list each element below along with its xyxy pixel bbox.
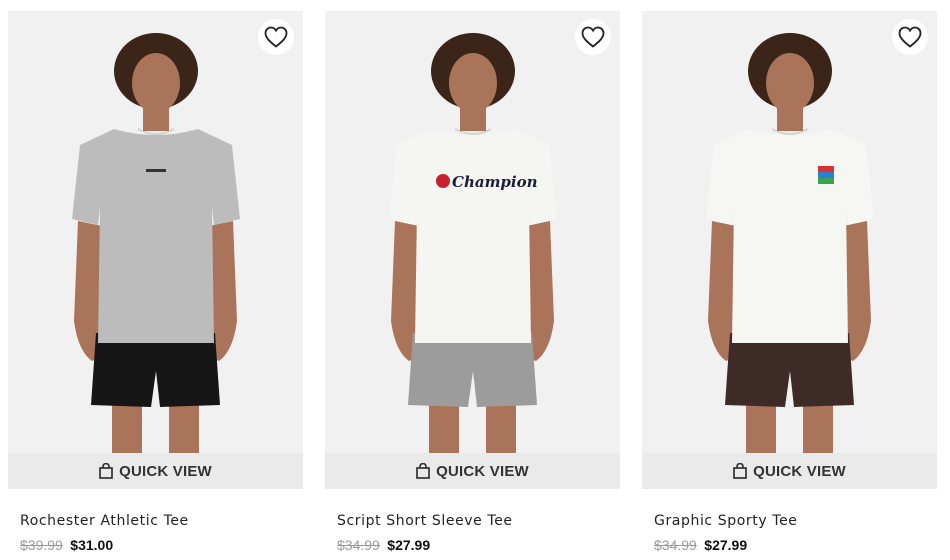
model-shorts — [725, 333, 854, 407]
chest-patch-stripe — [818, 178, 834, 184]
product-card: QUICK VIEW Graphic Sporty Tee $34.99 $27… — [642, 11, 937, 560]
model-face — [449, 53, 497, 113]
chest-patch-stripe — [818, 172, 834, 178]
product-image[interactable] — [642, 11, 937, 453]
chest-logo-mark — [146, 169, 166, 172]
sale-price: $31.00 — [70, 537, 114, 553]
chest-logo-text: Champion — [452, 173, 538, 191]
product-image[interactable]: Champion — [325, 11, 620, 453]
wishlist-button[interactable] — [575, 19, 611, 55]
chest-patch-stripe — [818, 166, 834, 172]
shopping-bag-icon — [99, 463, 113, 479]
quick-view-label: QUICK VIEW — [753, 462, 846, 480]
product-name[interactable]: Rochester Athletic Tee — [20, 513, 189, 529]
product-image[interactable] — [8, 11, 303, 453]
price-block: $34.99 $27.99 — [654, 537, 747, 555]
product-grid: QUICK VIEW Rochester Athletic Tee $39.99… — [0, 0, 950, 560]
quick-view-label: QUICK VIEW — [119, 462, 212, 480]
price-block: $39.99 $31.00 — [20, 537, 113, 555]
wishlist-button[interactable] — [258, 19, 294, 55]
model-shorts — [408, 333, 537, 407]
shopping-bag-icon — [733, 463, 747, 479]
model-photo: Champion — [389, 33, 557, 453]
quick-view-label: QUICK VIEW — [436, 462, 529, 480]
original-price: $34.99 — [337, 537, 380, 553]
product-name[interactable]: Graphic Sporty Tee — [654, 513, 798, 529]
shopping-bag-icon — [416, 463, 430, 479]
original-price: $39.99 — [20, 537, 63, 553]
heart-outline-icon — [898, 26, 922, 48]
original-price: $34.99 — [654, 537, 697, 553]
price-block: $34.99 $27.99 — [337, 537, 430, 555]
model-shorts — [91, 333, 220, 407]
chest-logo-mark — [436, 174, 450, 188]
sale-price: $27.99 — [387, 537, 431, 553]
model-face — [766, 53, 814, 113]
sale-price: $27.99 — [704, 537, 748, 553]
wishlist-button[interactable] — [892, 19, 928, 55]
heart-outline-icon — [264, 26, 288, 48]
model-face — [132, 53, 180, 113]
heart-outline-icon — [581, 26, 605, 48]
product-card: QUICK VIEW Rochester Athletic Tee $39.99… — [8, 11, 303, 560]
model-photo — [72, 33, 240, 453]
product-card: Champion QUICK VIEW Script Short Sleeve … — [325, 11, 620, 560]
quick-view-button[interactable]: QUICK VIEW — [642, 453, 937, 489]
quick-view-button[interactable]: QUICK VIEW — [325, 453, 620, 489]
quick-view-button[interactable]: QUICK VIEW — [8, 453, 303, 489]
model-photo — [706, 33, 874, 453]
product-name[interactable]: Script Short Sleeve Tee — [337, 513, 513, 529]
